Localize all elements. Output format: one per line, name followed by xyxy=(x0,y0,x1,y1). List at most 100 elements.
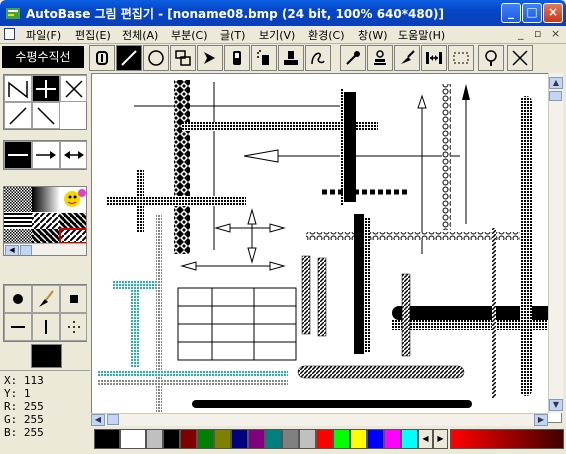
arrow-both-option[interactable] xyxy=(60,141,87,169)
pattern-scroll-left-button[interactable]: ◀ xyxy=(5,245,19,255)
resize-arrows-icon xyxy=(426,52,442,64)
line-direction-grid xyxy=(3,74,87,130)
palette-swatch[interactable] xyxy=(265,429,282,449)
palette-swatch[interactable] xyxy=(401,429,418,449)
spray-tool-button[interactable] xyxy=(251,45,277,71)
arrow-right-icon xyxy=(36,151,56,159)
mdi-minimize-button[interactable]: _ xyxy=(518,27,524,40)
palette-swatch[interactable] xyxy=(248,429,265,449)
pattern-scrollbar[interactable]: ◀ xyxy=(4,243,86,255)
line-tool-button[interactable] xyxy=(116,45,142,71)
vertical-scroll-thumb[interactable] xyxy=(549,91,562,101)
palette-swatch[interactable] xyxy=(231,429,248,449)
brush-round-option[interactable] xyxy=(4,285,32,313)
zoom-tool-button[interactable] xyxy=(478,45,504,71)
document-icon[interactable] xyxy=(4,28,15,40)
app-icon xyxy=(6,8,20,19)
vertical-scrollbar[interactable]: ▲ ▼ xyxy=(548,73,563,413)
circle-tool-button[interactable] xyxy=(143,45,169,71)
palette-scroll-right-button[interactable]: ▶ xyxy=(433,429,448,449)
menu-settings[interactable]: 환경(C) xyxy=(308,27,345,43)
palette-swatch[interactable] xyxy=(94,429,120,449)
magnifier-icon xyxy=(485,50,497,66)
direction-angle-option[interactable] xyxy=(4,75,32,102)
menu-edit[interactable]: 편집(E) xyxy=(75,27,111,43)
color-palette: ◀ ▶ xyxy=(91,427,566,451)
brush-dots-option[interactable] xyxy=(60,313,87,341)
menu-text[interactable]: 글(T) xyxy=(220,27,245,43)
menu-file[interactable]: 파일(F) xyxy=(26,27,61,43)
menu-help[interactable]: 도움말(H) xyxy=(398,27,445,43)
palette-swatch[interactable] xyxy=(367,429,384,449)
scroll-right-button[interactable]: ▶ xyxy=(534,414,548,426)
select-tool-button[interactable] xyxy=(89,45,115,71)
palette-swatch[interactable] xyxy=(197,429,214,449)
horizontal-scroll-thumb[interactable] xyxy=(107,414,119,425)
window-title: AutoBase 그림 편집기 - [noname08.bmp (24 bit,… xyxy=(26,7,445,21)
palette-swatch[interactable] xyxy=(163,429,180,449)
cancel-tool-button[interactable] xyxy=(507,45,533,71)
eraser-tool-button[interactable] xyxy=(224,45,250,71)
menu-view[interactable]: 보기(V) xyxy=(259,27,295,43)
title-bar: AutoBase 그림 편집기 - [noname08.bmp (24 bit,… xyxy=(0,0,566,26)
paint-roller-icon xyxy=(284,51,298,65)
mdi-restore-button[interactable]: ▫ xyxy=(534,27,541,40)
palette-swatch[interactable] xyxy=(316,429,333,449)
pencil-cup-icon xyxy=(96,51,108,65)
dashed-rectangle-icon xyxy=(453,52,469,64)
direction-cross-option[interactable] xyxy=(32,75,60,102)
palette-swatch[interactable] xyxy=(282,429,299,449)
brush-tool-button[interactable] xyxy=(394,45,420,71)
horizontal-bar-icon xyxy=(11,326,25,328)
resize-tool-button[interactable] xyxy=(421,45,447,71)
scroll-left-button[interactable]: ◀ xyxy=(91,414,105,426)
menu-all[interactable]: 전체(A) xyxy=(122,27,158,43)
palette-swatch[interactable] xyxy=(180,429,197,449)
palette-scroll-left-button[interactable]: ◀ xyxy=(418,429,433,449)
palette-swatch[interactable] xyxy=(299,429,316,449)
brush-icon xyxy=(401,50,415,64)
pixel-red: R: 255 xyxy=(4,400,44,413)
palette-swatch[interactable] xyxy=(120,429,146,449)
fill-tool-button[interactable] xyxy=(278,45,304,71)
direction-backslash-option[interactable] xyxy=(32,102,60,129)
brush-calligraphy-option[interactable] xyxy=(32,285,60,313)
minimize-button[interactable]: _ xyxy=(501,3,521,23)
direction-slash-option[interactable] xyxy=(4,102,32,129)
canvas-drawing[interactable] xyxy=(92,74,562,423)
eyedropper-icon xyxy=(346,51,360,65)
mdi-close-button[interactable]: × xyxy=(551,27,560,40)
eraser-icon xyxy=(233,51,241,65)
color-gradient-bar[interactable] xyxy=(450,429,564,449)
rectangle-tool-button[interactable] xyxy=(170,45,196,71)
curve-icon xyxy=(311,52,325,65)
palette-swatch[interactable] xyxy=(146,429,163,449)
palette-swatch[interactable] xyxy=(350,429,367,449)
palette-swatch[interactable] xyxy=(333,429,350,449)
arrow-end-option[interactable] xyxy=(32,141,60,169)
pattern-scroll-thumb[interactable] xyxy=(20,245,32,255)
arrow-both-icon xyxy=(63,151,84,159)
arrow-none-option[interactable] xyxy=(4,141,32,169)
scroll-up-button[interactable]: ▲ xyxy=(549,77,563,89)
pixel-blue: B: 255 xyxy=(4,426,44,439)
scroll-down-button[interactable]: ▼ xyxy=(549,399,563,411)
palette-swatch[interactable] xyxy=(214,429,231,449)
drawing-canvas[interactable] xyxy=(91,73,562,423)
close-button[interactable]: × xyxy=(543,3,563,23)
curve-tool-button[interactable] xyxy=(305,45,331,71)
brush-vertical-option[interactable] xyxy=(32,313,60,341)
plain-line-icon xyxy=(8,154,28,156)
direction-diagonal-cross-option[interactable] xyxy=(60,75,87,102)
palette-swatch[interactable] xyxy=(384,429,401,449)
menu-part[interactable]: 부분(C) xyxy=(171,27,208,43)
stamp-tool-button[interactable] xyxy=(367,45,393,71)
polygon-tool-button[interactable] xyxy=(197,45,223,71)
maximize-button[interactable]: □ xyxy=(522,3,542,23)
brush-horizontal-option[interactable] xyxy=(4,313,32,341)
marquee-tool-button[interactable] xyxy=(448,45,474,71)
horizontal-scrollbar[interactable]: ◀ ▶ xyxy=(91,413,548,426)
eyedropper-tool-button[interactable] xyxy=(340,45,366,71)
menu-window[interactable]: 창(W) xyxy=(358,27,388,43)
brush-square-option[interactable] xyxy=(60,285,87,313)
